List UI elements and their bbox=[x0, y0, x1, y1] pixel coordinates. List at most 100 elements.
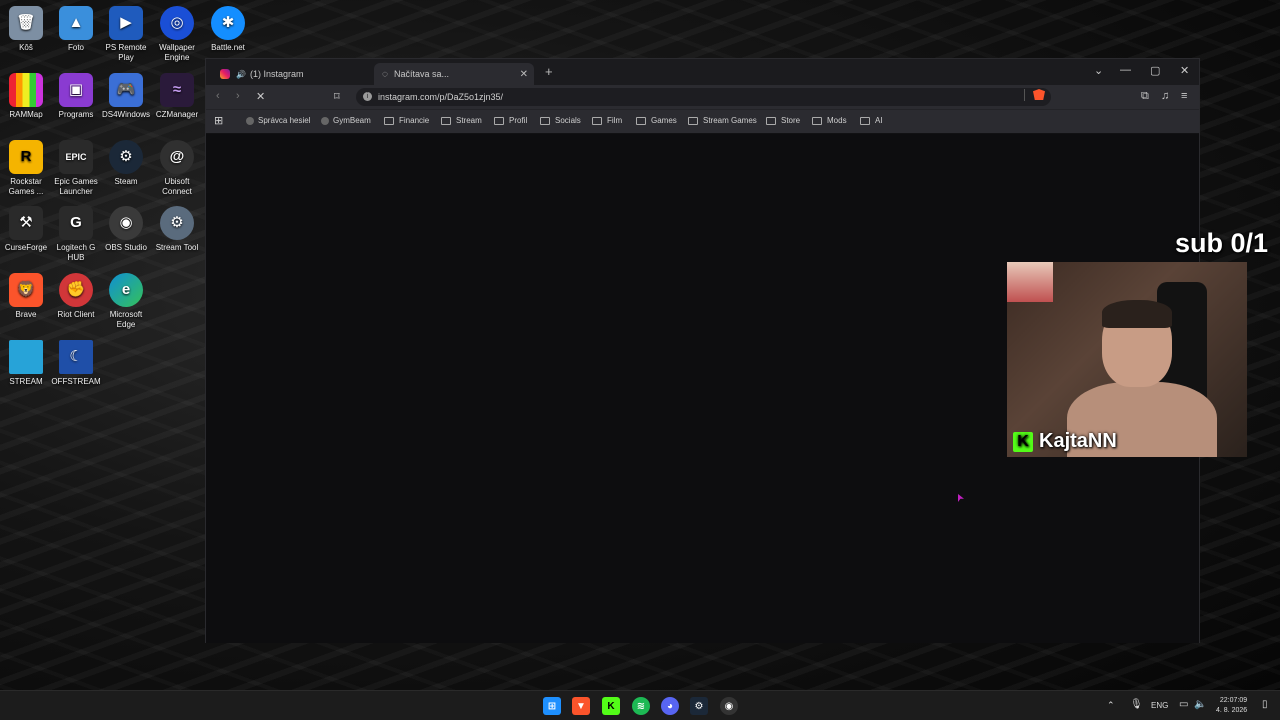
desktop-icon-programs[interactable]: ▣ Programs bbox=[50, 73, 102, 120]
bookmark-folder-ai[interactable]: AI bbox=[860, 116, 883, 125]
kick-logo-icon: K bbox=[1013, 431, 1033, 452]
taskbar-kick-icon[interactable]: K bbox=[602, 697, 620, 715]
bookmark-folder-profil[interactable]: Profil bbox=[494, 116, 527, 125]
desktop-icon-logitech[interactable]: G Logitech G HUB bbox=[50, 206, 102, 263]
desktop-icon-label: Epic Games Launcher bbox=[54, 177, 98, 196]
taskbar: ⊞ ▼ K ≋ ◕ ⚙ ◉ ⌃ 🎙 ENG ▭ 🔈 22:07:09 4. 8.… bbox=[0, 690, 1280, 720]
tab-instagram[interactable]: 🔊 (1) Instagram bbox=[212, 63, 372, 85]
network-icon[interactable]: ▭ bbox=[1179, 699, 1188, 710]
desktop-icon-label: STREAM bbox=[9, 377, 43, 386]
folder-icon bbox=[860, 116, 870, 125]
desktop-icon-curseforge[interactable]: ⚒ CurseForge bbox=[0, 206, 52, 253]
folder-icon bbox=[384, 116, 394, 125]
tab-strip: 🔊 (1) Instagram ◌ Načítava sa... ✕ + ⌄ —… bbox=[206, 59, 1199, 85]
desktop-icon-obs[interactable]: ◉ OBS Studio bbox=[100, 206, 152, 253]
taskbar-steam-icon[interactable]: ⚙ bbox=[690, 697, 708, 715]
microphone-icon[interactable]: 🎙 bbox=[1130, 699, 1143, 710]
desktop-icon-photos[interactable]: ▲ Foto bbox=[50, 6, 102, 53]
bookmark-password-manager[interactable]: Správca hesiel bbox=[246, 116, 310, 125]
brave-shields-icon[interactable] bbox=[1033, 89, 1045, 100]
bookmark-folder-financie[interactable]: Financie bbox=[384, 116, 429, 125]
epic-games-icon: EPIC bbox=[59, 140, 93, 174]
bookmark-folder-stream-games[interactable]: Stream Games bbox=[688, 116, 757, 125]
desktop-icon-wallpaper-engine[interactable]: ◎ Wallpaper Engine bbox=[151, 6, 203, 63]
forward-icon[interactable]: › bbox=[236, 90, 240, 102]
edge-icon: e bbox=[109, 273, 143, 307]
desktop-icon-stream-tool[interactable]: ⚙ Stream Tool bbox=[151, 206, 203, 253]
desktop-icon-rockstar[interactable]: R Rockstar Games ... bbox=[0, 140, 52, 197]
folder-icon bbox=[494, 116, 504, 125]
address-bar[interactable]: i instagram.com/p/DaZ5o1zjn35/ bbox=[356, 88, 1051, 106]
bookmark-folder-games[interactable]: Games bbox=[636, 116, 677, 125]
bookmark-label: AI bbox=[875, 116, 883, 125]
media-icon[interactable]: ♫ bbox=[1161, 90, 1169, 102]
url-divider bbox=[1024, 89, 1025, 101]
bookmark-label: Správca hesiel bbox=[258, 116, 311, 125]
desktop-icon-epic-games[interactable]: EPIC Epic Games Launcher bbox=[50, 140, 102, 197]
desktop-icon-offstream[interactable]: ☾ OFFSTREAM bbox=[50, 340, 102, 387]
folder-icon bbox=[766, 116, 776, 125]
desktop-icon-label: Foto bbox=[67, 43, 84, 52]
tab-loading[interactable]: ◌ Načítava sa... ✕ bbox=[374, 63, 534, 85]
taskbar-obs-icon[interactable]: ◉ bbox=[720, 697, 738, 715]
photos-icon: ▲ bbox=[59, 6, 93, 40]
recycle-bin-icon: 🗑 bbox=[9, 6, 43, 40]
volume-icon[interactable]: 🔈 bbox=[1194, 699, 1206, 710]
folder-icon bbox=[636, 116, 646, 125]
desktop-icon-ds4windows[interactable]: 🎮 DS4Windows bbox=[100, 73, 152, 120]
desktop-icon-label: CZManager bbox=[155, 110, 199, 119]
close-tab-icon[interactable]: ✕ bbox=[520, 69, 528, 80]
bookmark-folder-mods[interactable]: Mods bbox=[812, 116, 847, 125]
taskbar-spotify-icon[interactable]: ≋ bbox=[632, 697, 650, 715]
rockstar-icon: R bbox=[9, 140, 43, 174]
site-info-icon[interactable]: i bbox=[363, 92, 372, 101]
apps-grid-icon[interactable]: ⊞ bbox=[214, 114, 223, 127]
maximize-icon[interactable]: ▢ bbox=[1150, 64, 1160, 77]
monitor-icon bbox=[9, 340, 43, 374]
desktop-icon-ps-remote-play[interactable]: ▶ PS Remote Play bbox=[100, 6, 152, 63]
stop-loading-icon[interactable]: ✕ bbox=[256, 90, 265, 103]
close-window-icon[interactable]: ✕ bbox=[1180, 64, 1189, 77]
menu-icon[interactable]: ≡ bbox=[1181, 90, 1187, 102]
bookmark-folder-store[interactable]: Store bbox=[766, 116, 800, 125]
bookmark-folder-socials[interactable]: Socials bbox=[540, 116, 581, 125]
bookmark-label: Stream Games bbox=[703, 116, 757, 125]
desktop-icon-label: Steam bbox=[114, 177, 138, 186]
bookmark-folder-stream[interactable]: Stream bbox=[441, 116, 482, 125]
taskbar-brave-icon[interactable]: ▼ bbox=[572, 697, 590, 715]
desktop-icon-label: Riot Client bbox=[57, 310, 95, 319]
windows-start-icon[interactable]: ⊞ bbox=[543, 697, 561, 715]
moon-monitor-icon: ☾ bbox=[59, 340, 93, 374]
extensions-icon[interactable]: ⧉ bbox=[1141, 90, 1149, 103]
language-indicator[interactable]: ENG bbox=[1151, 701, 1168, 710]
notifications-icon[interactable]: ▯ bbox=[1262, 699, 1268, 710]
taskbar-discord-icon[interactable]: ◕ bbox=[661, 697, 679, 715]
folder-icon bbox=[812, 116, 822, 125]
gear-icon: ⚙ bbox=[160, 206, 194, 240]
desktop-icon-battlenet[interactable]: ✱ Battle.net bbox=[202, 6, 254, 53]
tray-chevron-up-icon[interactable]: ⌃ bbox=[1107, 700, 1115, 711]
new-tab-button[interactable]: + bbox=[545, 64, 553, 79]
desktop-icon-ubisoft[interactable]: @ Ubisoft Connect bbox=[151, 140, 203, 197]
desktop-icon-rammap[interactable]: RAMMap bbox=[0, 73, 52, 120]
desktop-icon-recycle-bin[interactable]: 🗑 Kôš bbox=[0, 6, 52, 53]
desktop-icon-edge[interactable]: e Microsoft Edge bbox=[100, 273, 152, 330]
logitech-ghub-icon: G bbox=[59, 206, 93, 240]
bookmark-label: Film bbox=[607, 116, 623, 125]
desktop-icon-riot-client[interactable]: ✊ Riot Client bbox=[50, 273, 102, 320]
bookmark-label: Stream bbox=[456, 116, 482, 125]
system-clock[interactable]: 22:07:09 4. 8. 2026 bbox=[1216, 696, 1247, 716]
bookmark-folder-film[interactable]: Film bbox=[592, 116, 622, 125]
desktop-icon-stream[interactable]: STREAM bbox=[0, 340, 52, 387]
desktop-icon-czmanager[interactable]: ≈ CZManager bbox=[151, 73, 203, 120]
minimize-icon[interactable]: — bbox=[1120, 64, 1131, 76]
battlenet-icon: ✱ bbox=[211, 6, 245, 40]
curseforge-icon: ⚒ bbox=[9, 206, 43, 240]
tab-search-chevron-icon[interactable]: ⌄ bbox=[1094, 64, 1103, 77]
back-icon[interactable]: ‹ bbox=[216, 90, 220, 102]
bookmark-icon[interactable]: ⌑ bbox=[334, 90, 340, 103]
bookmark-gymbeam[interactable]: GymBeam bbox=[321, 116, 371, 125]
desktop-icon-steam[interactable]: ⚙ Steam bbox=[100, 140, 152, 187]
desktop-icon-brave[interactable]: 🦁 Brave bbox=[0, 273, 52, 320]
bookmark-label: Socials bbox=[555, 116, 581, 125]
